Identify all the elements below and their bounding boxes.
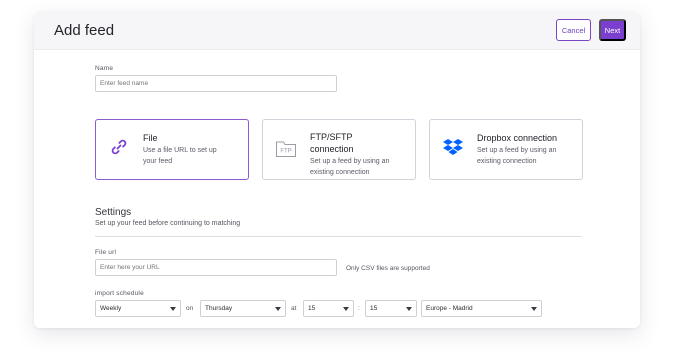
feed-name-input[interactable] xyxy=(95,75,337,92)
file-url-input[interactable] xyxy=(95,259,337,276)
cancel-button[interactable]: Cancel xyxy=(556,19,591,41)
option-title: connection xyxy=(310,144,354,154)
chevron-down-icon xyxy=(343,307,349,311)
timezone-select[interactable]: Europe - Madrid xyxy=(421,300,542,317)
option-description: existing connection xyxy=(310,169,370,176)
divider xyxy=(95,236,582,237)
option-title: Dropbox connection xyxy=(477,133,558,143)
file-url-label: File url xyxy=(95,249,117,256)
name-label: Name xyxy=(95,65,114,72)
page-title: Add feed xyxy=(54,22,115,39)
settings-subtitle: Set up your feed before continuing to ma… xyxy=(95,220,241,227)
option-description: Use a file URL to set up xyxy=(143,147,217,154)
option-description: Set up a feed by using an xyxy=(477,147,557,154)
frequency-value: Weekly xyxy=(100,305,122,312)
dropbox-icon xyxy=(442,136,464,158)
day-select[interactable]: Thursday xyxy=(200,300,286,317)
settings-heading: Settings xyxy=(95,207,132,218)
on-label: on xyxy=(186,305,194,312)
minute-value: 15 xyxy=(370,305,378,312)
import-schedule-label: import schedule xyxy=(95,290,144,297)
day-value: Thursday xyxy=(205,305,233,312)
chevron-down-icon xyxy=(170,307,176,311)
option-title: File xyxy=(143,133,158,143)
hour-value: 15 xyxy=(308,305,316,312)
chevron-down-icon xyxy=(531,307,537,311)
at-label: at xyxy=(291,305,297,312)
add-feed-dialog: Add feed Cancel Next Name File Use a fil… xyxy=(34,12,640,328)
link-icon xyxy=(108,136,130,158)
option-description: existing connection xyxy=(477,158,537,165)
option-description: Set up a feed by using an xyxy=(310,158,390,165)
ftp-icon: FTP xyxy=(275,138,297,160)
option-description: your feed xyxy=(143,158,173,165)
option-ftp-sftp[interactable]: FTP FTP/SFTP connection Set up a feed by… xyxy=(262,119,416,180)
minute-select[interactable]: 15 xyxy=(365,300,417,317)
svg-text:FTP: FTP xyxy=(280,149,291,155)
frequency-select[interactable]: Weekly xyxy=(95,300,181,317)
option-file[interactable]: File Use a file URL to set up your feed xyxy=(95,119,249,180)
chevron-down-icon xyxy=(275,307,281,311)
file-url-hint: Only CSV files are supported xyxy=(346,265,430,272)
dialog-header: Add feed Cancel Next xyxy=(34,12,640,50)
timezone-value: Europe - Madrid xyxy=(426,305,473,312)
next-button[interactable]: Next xyxy=(599,19,626,41)
option-title: FTP/SFTP xyxy=(310,132,353,142)
chevron-down-icon xyxy=(406,307,412,311)
time-separator: : xyxy=(358,305,360,312)
hour-select[interactable]: 15 xyxy=(303,300,354,317)
option-dropbox[interactable]: Dropbox connection Set up a feed by usin… xyxy=(429,119,583,180)
